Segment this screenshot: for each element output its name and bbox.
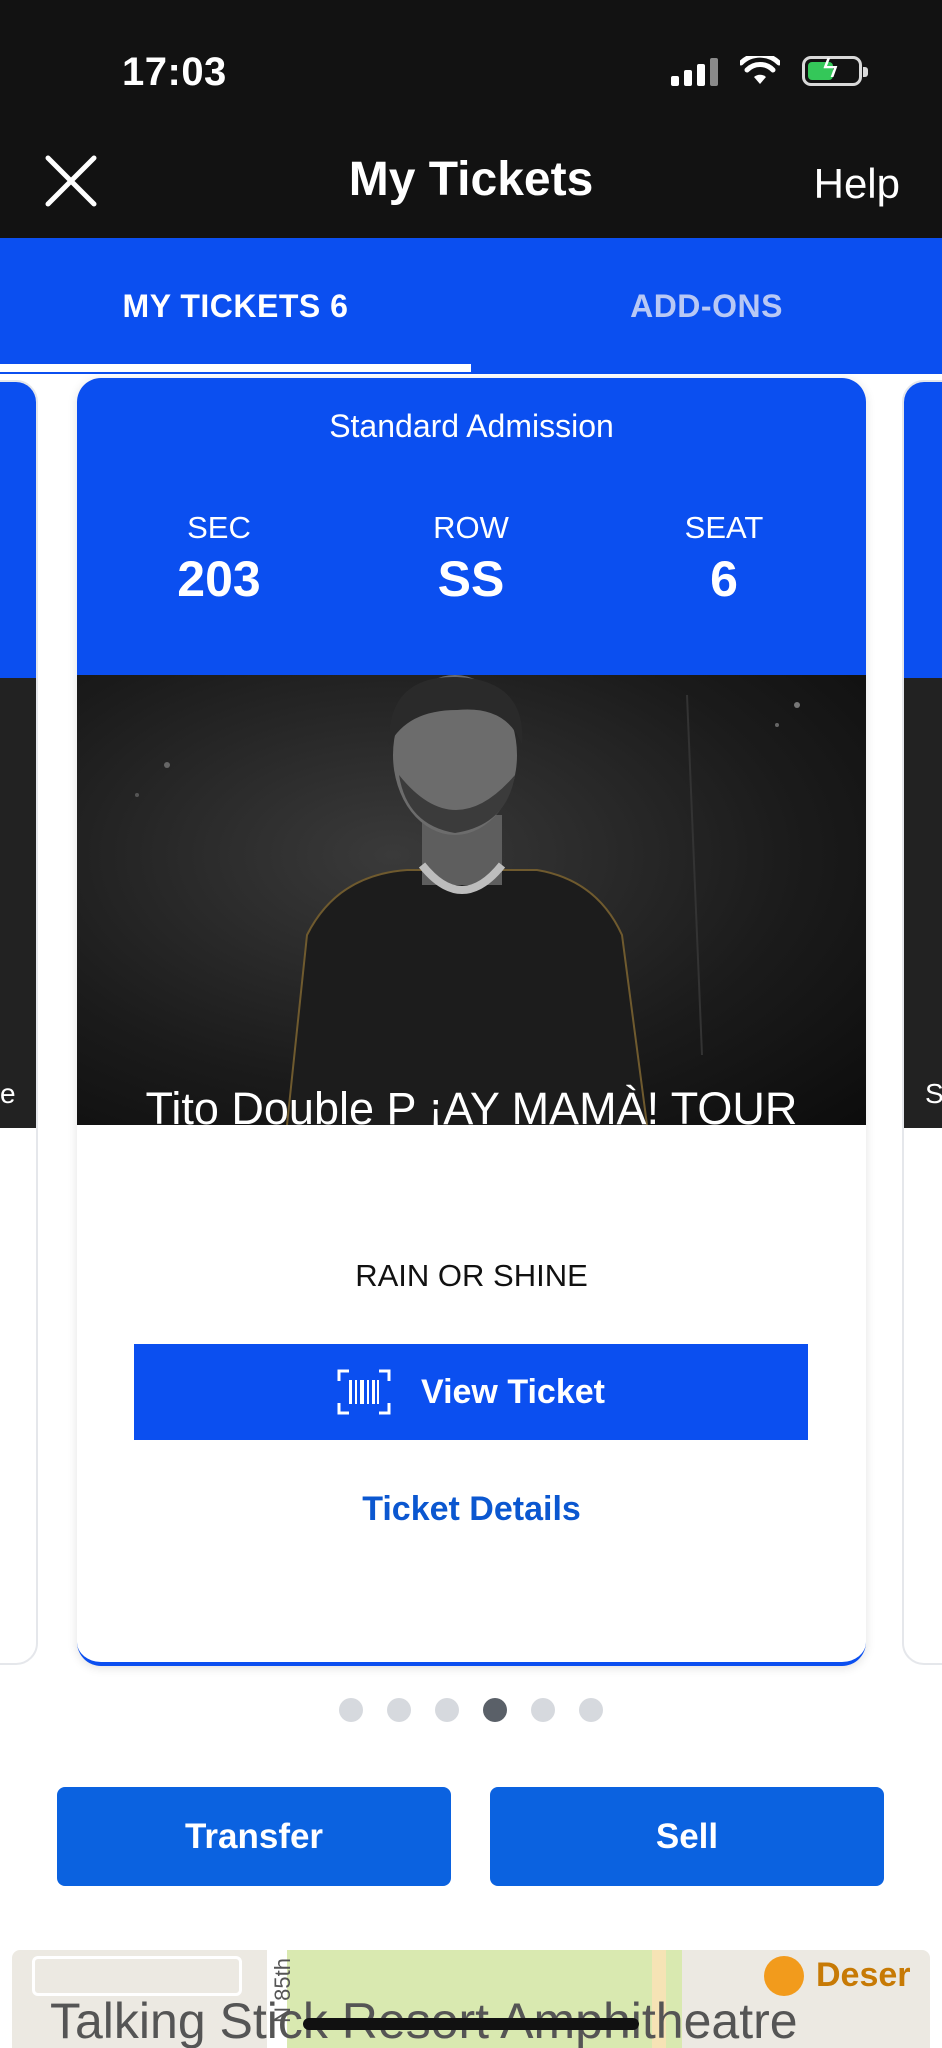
ticket-details-link[interactable]: Ticket Details [77, 1490, 866, 1529]
pager-dot[interactable] [579, 1698, 603, 1722]
battery-icon: ϟ [802, 54, 868, 86]
map-poi-label: Deser [816, 1956, 911, 1994]
page-title: My Tickets [348, 153, 594, 206]
view-ticket-label: View Ticket [421, 1372, 605, 1411]
pager-dot-active[interactable] [483, 1698, 507, 1722]
wifi-icon [740, 56, 780, 84]
pager-dot[interactable] [531, 1698, 555, 1722]
ticket-card: Standard Admission SEC 203 ROW SS SEAT 6 [77, 378, 866, 1666]
pager-dot[interactable] [339, 1698, 363, 1722]
admission-type: Standard Admission [329, 408, 614, 444]
top-bar: 17:03 ϟ My Tickets Help [0, 0, 942, 238]
ticket-note: RAIN OR SHINE [355, 1258, 588, 1293]
sell-button[interactable]: Sell [490, 1787, 884, 1886]
row-label: ROW [433, 510, 509, 545]
venue-map[interactable]: N 85th Deser Talking Stick Resort Amphit… [12, 1950, 930, 2048]
signal-icon [671, 56, 718, 86]
tab-add-ons[interactable]: ADD-ONS [471, 238, 942, 374]
tab-my-tickets[interactable]: MY TICKETS 6 [0, 238, 471, 374]
barcode-icon [337, 1369, 391, 1415]
section-info: SEC 203 [109, 510, 329, 608]
event-image [77, 675, 866, 1125]
event-date-venue: Sat, Mar 22, 20:00 • Talking Stick Resor… [122, 1170, 821, 1202]
pager-dot[interactable] [387, 1698, 411, 1722]
row-value: SS [437, 551, 505, 607]
status-icons: ϟ [671, 54, 868, 86]
pager-dot[interactable] [435, 1698, 459, 1722]
next-ticket-text: S [925, 1078, 942, 1109]
help-link[interactable]: Help [814, 160, 900, 208]
seat-info: SEAT 6 [614, 510, 834, 608]
ticket-tabs: MY TICKETS 6 ADD-ONS [0, 238, 942, 374]
map-poi-icon [764, 1956, 804, 1996]
view-ticket-button[interactable]: View Ticket [134, 1344, 808, 1440]
section-label: SEC [187, 510, 251, 545]
ticket-header: Standard Admission SEC 203 ROW SS SEAT 6 [77, 378, 866, 675]
active-tab-indicator [0, 364, 471, 372]
seat-value: 6 [710, 551, 738, 607]
section-value: 203 [177, 551, 261, 607]
previous-ticket-text: e [0, 1078, 16, 1109]
transfer-button[interactable]: Transfer [57, 1787, 451, 1886]
next-ticket-card[interactable] [902, 380, 942, 1665]
home-indicator [303, 2018, 639, 2030]
row-info: ROW SS [361, 510, 581, 608]
artist-photo [135, 675, 800, 1125]
status-time: 17:03 [122, 50, 227, 94]
ticket-pager [0, 1698, 942, 1722]
seat-label: SEAT [684, 510, 764, 545]
event-title: Tito Double P ¡AY MAMÀ! TOUR [145, 1083, 798, 1134]
previous-ticket-card[interactable] [0, 380, 38, 1665]
